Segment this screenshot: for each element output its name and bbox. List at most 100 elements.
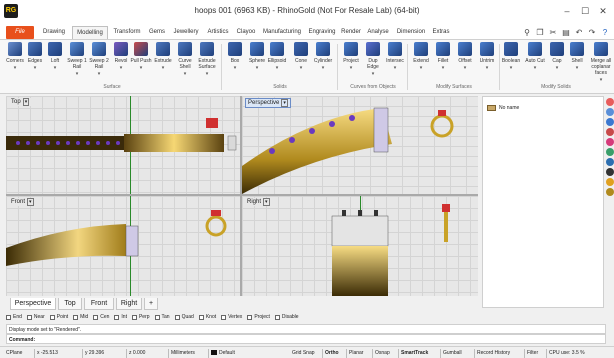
osnap-disable-checkbox[interactable]: Disable <box>274 314 299 320</box>
viewport-front-label[interactable]: Front ▾ <box>9 198 36 206</box>
chevron-down-icon[interactable]: ▾ <box>340 65 362 71</box>
chevron-down-icon[interactable]: ▾ <box>410 65 432 71</box>
viewport-perspective[interactable]: Perspective ▾ <box>242 96 478 194</box>
chevron-down-icon[interactable]: ▾ <box>454 65 476 71</box>
chevron-down-icon[interactable]: ▾ <box>110 65 132 71</box>
viewport-top[interactable]: Top ▾ <box>6 96 240 194</box>
tool-untrim-button[interactable]: Untrim ▾ <box>476 42 498 71</box>
checkbox-box[interactable] <box>73 314 79 320</box>
minimize-button[interactable]: – <box>560 4 574 18</box>
chevron-down-icon[interactable]: ▾ <box>524 65 546 71</box>
checkbox-box[interactable] <box>49 314 55 320</box>
texture-icon[interactable] <box>606 188 614 196</box>
osnap-knot-checkbox[interactable]: Knot <box>198 314 216 320</box>
viewport-right-label[interactable]: Right ▾ <box>245 198 272 206</box>
chevron-down-icon[interactable]: ▾ <box>500 65 522 71</box>
chevron-down-icon[interactable]: ▾ <box>66 71 88 77</box>
osnap-int-checkbox[interactable]: Int <box>114 314 127 320</box>
chevron-down-icon[interactable]: ▾ <box>590 77 612 83</box>
status-layer[interactable]: Default <box>208 349 237 358</box>
viewport-tab-perspective[interactable]: Perspective <box>10 298 56 310</box>
light-icon[interactable] <box>606 178 614 186</box>
maximize-button[interactable]: ☐ <box>578 4 592 18</box>
chevron-down-icon[interactable]: ▾ <box>566 65 588 71</box>
render-icon[interactable] <box>606 158 614 166</box>
tool-merge-all-coplanar-faces-button[interactable]: Merge all coplanar faces ▾ <box>590 42 612 83</box>
status-units[interactable]: Millimeters <box>168 349 197 358</box>
status-ortho[interactable]: Ortho <box>322 349 341 358</box>
chevron-down-icon[interactable]: ▾ <box>290 65 312 71</box>
tool-intersec-button[interactable]: Intersec ▾ <box>384 42 406 71</box>
tool-shell-button[interactable]: Shell ▾ <box>566 42 588 71</box>
chevron-down-icon[interactable]: ▾ <box>224 65 246 71</box>
chevron-down-icon[interactable]: ▾ <box>130 65 152 71</box>
viewport-perspective-label[interactable]: Perspective ▾ <box>245 98 291 108</box>
tool-dup-edge-button[interactable]: Dup Edge ▾ <box>362 42 384 77</box>
material-icon[interactable] <box>606 128 614 136</box>
checkbox-box[interactable] <box>247 314 253 320</box>
cut-icon[interactable]: ✂ <box>548 28 558 38</box>
chevron-down-icon[interactable]: ▾ <box>196 71 218 77</box>
display-icon[interactable] <box>606 108 614 116</box>
status-osnap[interactable]: Osnap <box>372 349 392 358</box>
tool-offset-button[interactable]: Offset ▾ <box>454 42 476 71</box>
chevron-down-icon[interactable]: ▾ <box>384 65 406 71</box>
checkbox-box[interactable] <box>198 314 204 320</box>
osnap-cen-checkbox[interactable]: Cen <box>93 314 109 320</box>
osnap-end-checkbox[interactable]: End <box>6 314 22 320</box>
copy-icon[interactable]: ❐ <box>535 28 545 38</box>
environment-icon[interactable] <box>606 148 614 156</box>
osnap-quad-checkbox[interactable]: Quad <box>174 314 194 320</box>
osnap-tan-checkbox[interactable]: Tan <box>154 314 170 320</box>
chevron-down-icon[interactable]: ▾ <box>44 65 66 71</box>
tool-auto-cut-button[interactable]: Auto Cut ▾ <box>524 42 546 71</box>
pin-icon[interactable]: ⚲ <box>522 28 532 38</box>
osnap-vertex-checkbox[interactable]: Vertex <box>221 314 242 320</box>
tab-jewellery[interactable]: Jewellery <box>170 26 202 39</box>
status-record-history[interactable]: Record History <box>474 349 512 358</box>
chevron-down-icon[interactable]: ▾ <box>312 65 334 71</box>
tool-extrude-surface-button[interactable]: Extrude Surface ▾ <box>196 42 218 77</box>
tool-cylinder-button[interactable]: Cylinder ▾ <box>312 42 334 71</box>
tool-boolean-button[interactable]: Boolean ▾ <box>500 42 522 71</box>
color-wheel-icon[interactable] <box>606 98 614 106</box>
viewport-top-label[interactable]: Top ▾ <box>9 98 32 106</box>
tab-gems[interactable]: Gems <box>146 26 168 39</box>
tool-revol-button[interactable]: Revol ▾ <box>110 42 132 71</box>
tool-edges-button[interactable]: Edges ▾ <box>24 42 46 71</box>
tool-sweep-2-rail-button[interactable]: Sweep 2 Rail ▾ <box>88 42 110 77</box>
chevron-down-icon[interactable]: ▾ <box>362 71 384 77</box>
checkbox-box[interactable] <box>114 314 120 320</box>
checkbox-box[interactable] <box>6 314 11 320</box>
status-cplane[interactable]: CPlane <box>4 349 24 358</box>
checkbox-box[interactable] <box>26 314 32 320</box>
add-viewport-button[interactable]: + <box>144 298 158 310</box>
checkbox-box[interactable] <box>274 314 280 320</box>
checkbox-box[interactable] <box>131 314 137 320</box>
close-button[interactable]: ✕ <box>596 4 610 18</box>
tab-file[interactable]: File <box>6 26 34 39</box>
tool-fillet-button[interactable]: Fillet ▾ <box>432 42 454 71</box>
osnap-project-checkbox[interactable]: Project <box>247 314 270 320</box>
chevron-down-icon[interactable]: ▾ <box>174 71 196 77</box>
chevron-down-icon[interactable]: ▾ <box>476 65 498 71</box>
command-input[interactable] <box>36 337 437 343</box>
tool-cap-button[interactable]: Cap ▾ <box>546 42 568 71</box>
chevron-down-icon[interactable]: ▾ <box>152 65 174 71</box>
status-gumball[interactable]: Gumball <box>440 349 464 358</box>
chevron-down-icon[interactable]: ▾ <box>88 71 110 77</box>
layer-item[interactable]: No name <box>487 105 519 111</box>
tool-sphere-button[interactable]: Sphere ▾ <box>246 42 268 71</box>
viewport-tab-front[interactable]: Front <box>84 298 114 310</box>
viewport-right[interactable]: Right ▾ <box>242 196 478 296</box>
tab-drawing[interactable]: Drawing <box>38 26 70 39</box>
chevron-down-icon[interactable]: ▾ <box>246 65 268 71</box>
checkbox-box[interactable] <box>93 314 99 320</box>
chevron-down-icon[interactable]: ▾ <box>4 65 26 71</box>
osnap-point-checkbox[interactable]: Point <box>49 314 68 320</box>
tool-ellipsoid-button[interactable]: Ellipsoid ▾ <box>266 42 288 71</box>
status-smarttrack[interactable]: SmartTrack <box>398 349 430 358</box>
status-planar[interactable]: Planar <box>346 349 365 358</box>
tab-transform[interactable]: Transform <box>110 26 144 39</box>
viewport-tab-top[interactable]: Top <box>58 298 82 310</box>
